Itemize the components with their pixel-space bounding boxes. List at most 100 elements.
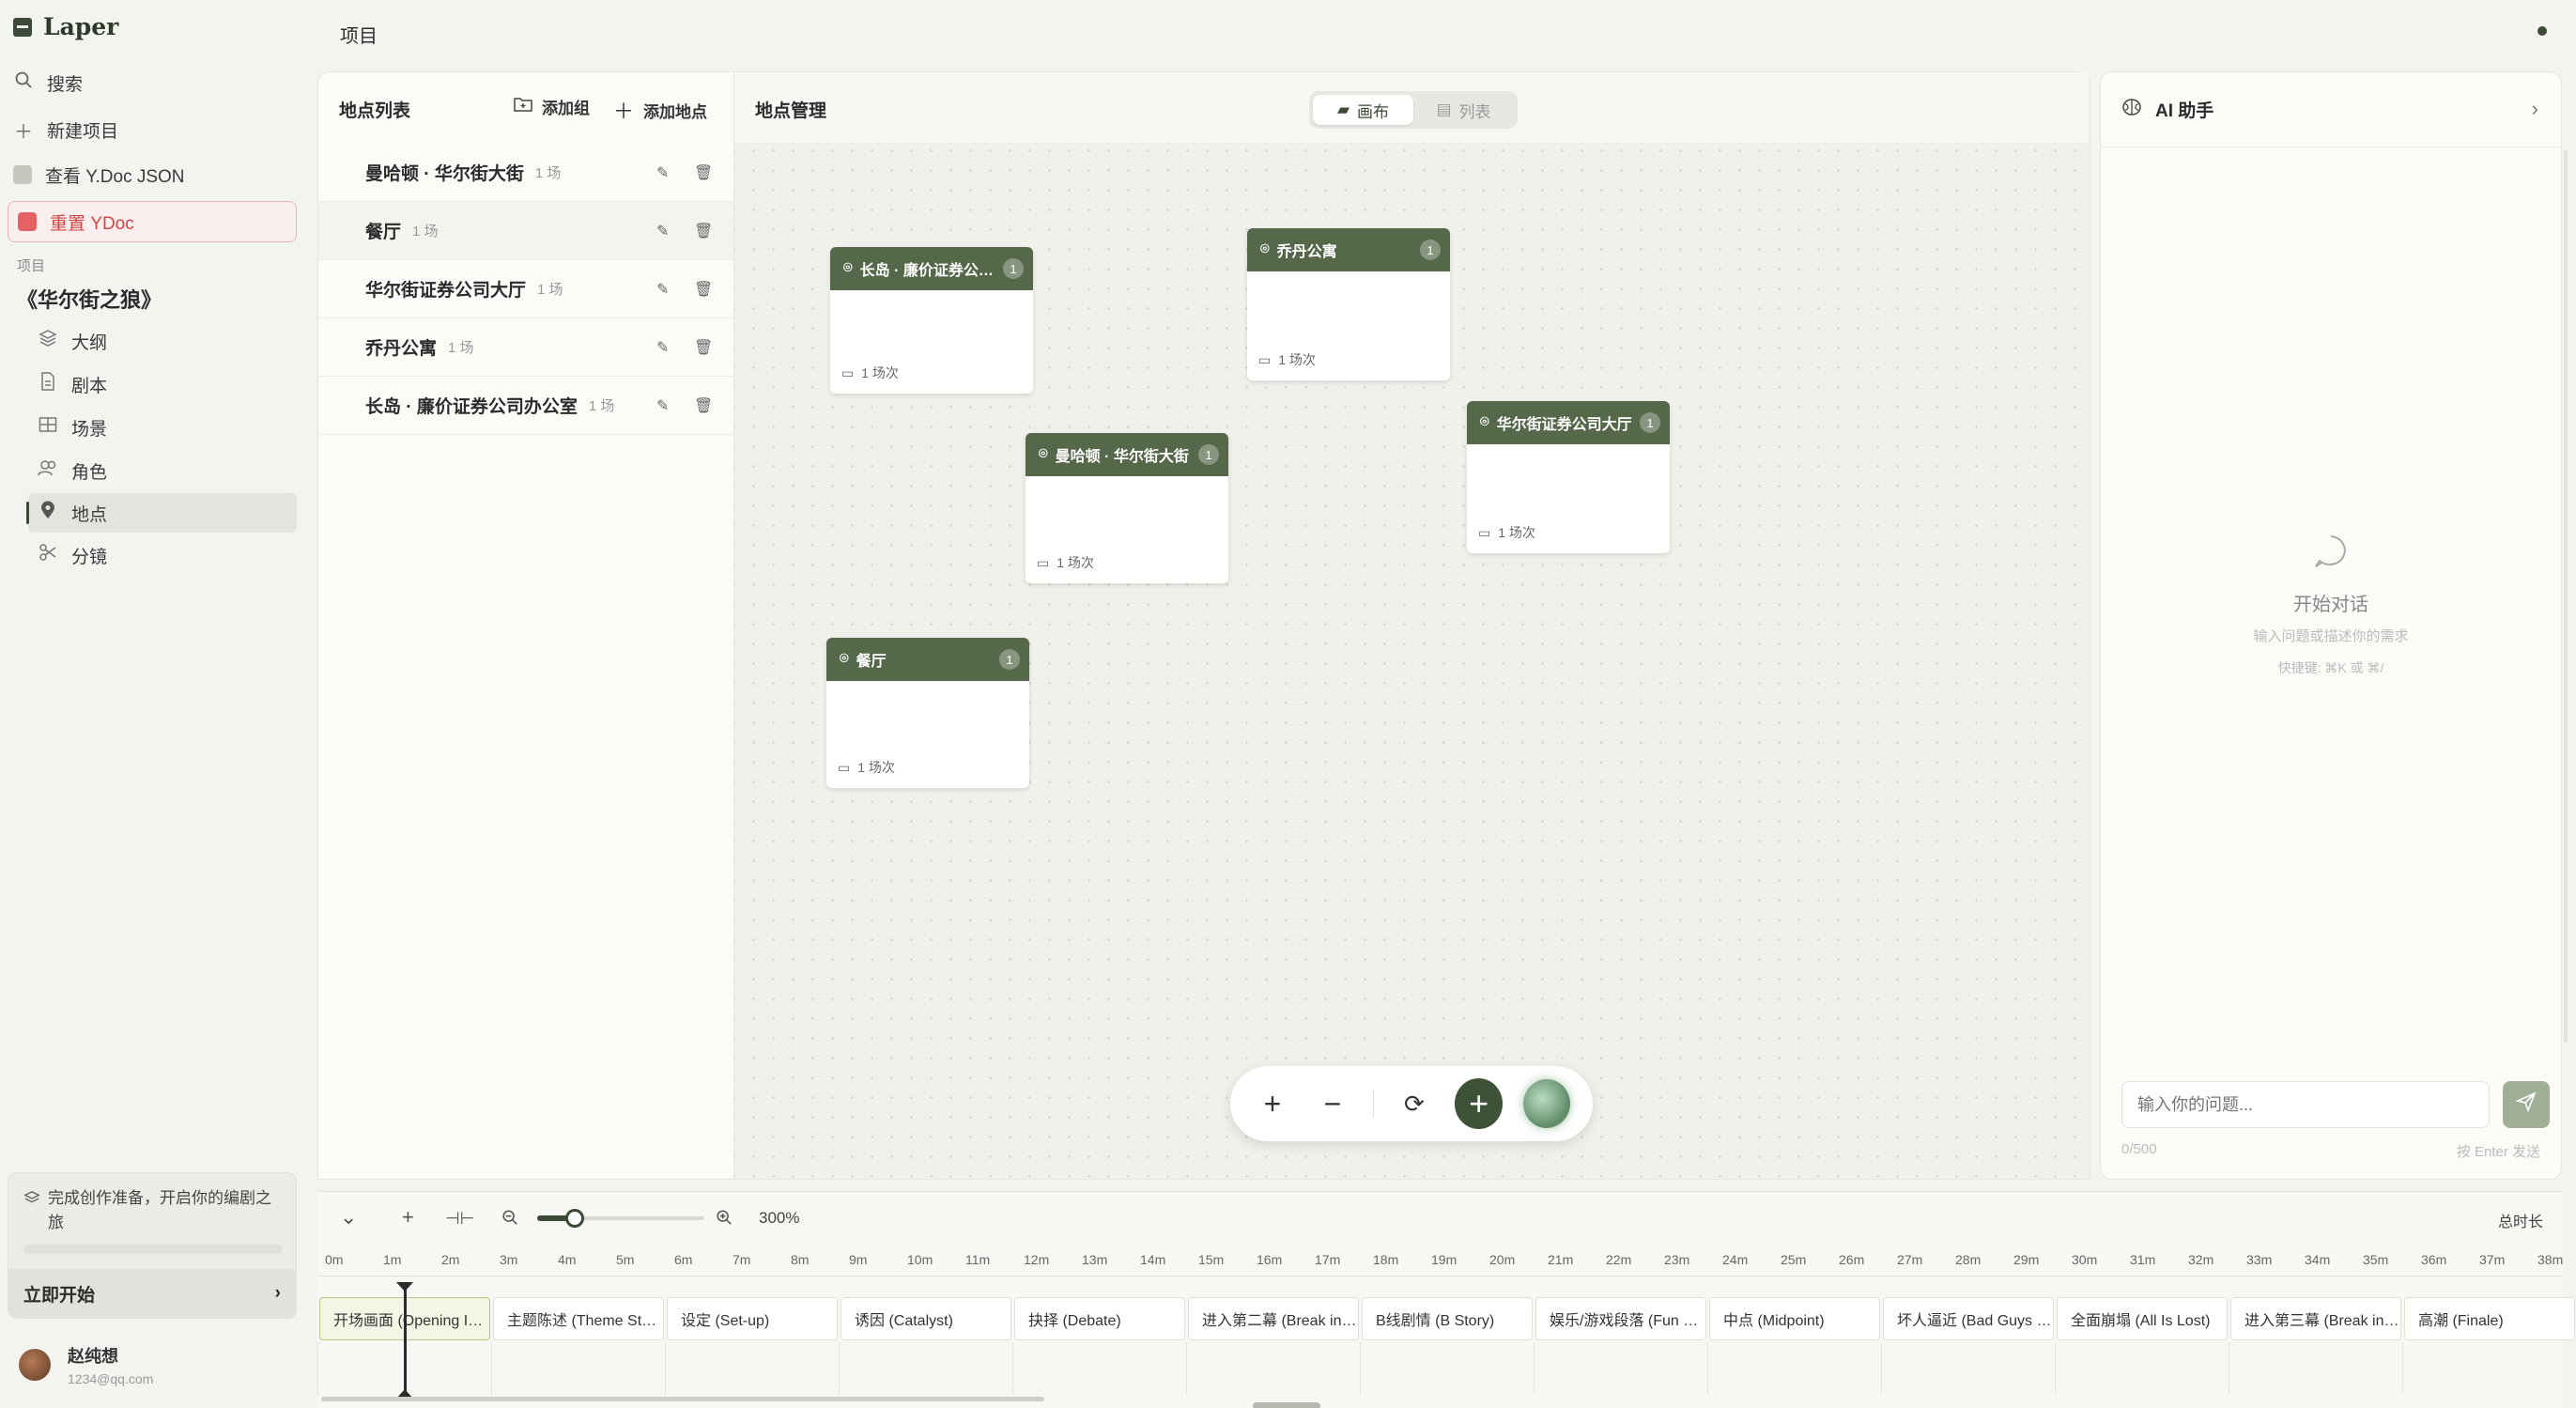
zoom-in-button[interactable]: + (1253, 1083, 1292, 1124)
zoom-slider-handle[interactable] (565, 1209, 584, 1228)
add-track-button[interactable]: + (402, 1205, 414, 1230)
nav-item-storyboard[interactable]: 分镜 (28, 535, 297, 575)
app-logo[interactable]: Laper (13, 13, 118, 40)
beat-block[interactable]: 坏人逼近 (Bad Guys Close In) (1883, 1297, 2054, 1340)
pencil-icon[interactable]: ✎ (656, 396, 669, 415)
location-row[interactable]: 餐厅 1 场 ✎ 🗑 (318, 202, 733, 260)
node-scene-label: 1 场次 (861, 365, 899, 380)
nav-item-script[interactable]: 剧本 (28, 364, 297, 404)
pencil-icon[interactable]: ✎ (656, 163, 669, 182)
ai-char-counter: 0/500 (2121, 1141, 2157, 1157)
nav-item-characters[interactable]: 角色 (28, 451, 297, 490)
split-icon[interactable]: ⊣⊢ (445, 1209, 474, 1229)
node-badge: 1 (999, 649, 1020, 670)
nav-item-locations[interactable]: 地点 (28, 493, 297, 533)
timeline-scrollbar[interactable] (321, 1397, 1044, 1401)
add-node-button[interactable]: + (1454, 1078, 1504, 1129)
add-location-button[interactable]: ＋ 添加地点 (613, 95, 707, 125)
beat-block[interactable]: 中点 (Midpoint) (1709, 1297, 1880, 1340)
location-node[interactable]: ⌾ 华尔街证券公司大厅 1 ▭ 1 场次 (1467, 401, 1670, 553)
reset-ydoc-button[interactable]: 重置 YDoc (8, 201, 297, 242)
user-profile[interactable]: 赵纯想 1234@qq.com (19, 1343, 153, 1386)
start-now-label: 立即开始 (23, 1285, 96, 1306)
location-row[interactable]: 曼哈顿 · 华尔街大街 1 场 ✎ 🗑 (318, 144, 733, 202)
add-group-label: 添加组 (542, 100, 590, 117)
node-header[interactable]: ⌾ 餐厅 1 (826, 638, 1029, 681)
resize-handle[interactable] (1253, 1402, 1320, 1408)
location-node[interactable]: ⌾ 餐厅 1 ▭ 1 场次 (826, 638, 1029, 788)
trash-icon[interactable]: 🗑 (694, 163, 713, 182)
ai-title: AI 助手 (2155, 101, 2214, 121)
trash-icon[interactable]: 🗑 (694, 222, 713, 240)
time-ruler[interactable]: 0m 1m 2m 3m 4m 5m 6m 7m 8m 9m 10m 11m 12m 13m 14m 15m 16… (317, 1248, 2563, 1276)
view-toggle-canvas[interactable]: ▰ 画布 (1313, 95, 1413, 125)
reset-view-button[interactable]: ⟳ (1395, 1083, 1434, 1124)
beat-block[interactable]: 设定 (Set-up) (667, 1297, 838, 1340)
location-row[interactable]: 乔丹公寓 1 场 ✎ 🗑 (318, 318, 733, 377)
trash-icon[interactable]: 🗑 (694, 396, 713, 415)
beat-block[interactable]: 诱因 (Catalyst) (841, 1297, 1011, 1340)
location-canvas[interactable]: 地点管理 ▰ 画布 ▤ 列表 ⌾ 长岛 · 廉价证券公司办公室 1 ▭ 1 场次 (734, 71, 2090, 1180)
time-tick: 29m (2013, 1252, 2040, 1267)
beat-label: B线剧情 (B Story) (1376, 1313, 1495, 1329)
location-node[interactable]: ⌾ 乔丹公寓 1 ▭ 1 场次 (1247, 228, 1450, 380)
beat-block[interactable]: 高潮 (Finale) (2404, 1297, 2575, 1340)
beat-block[interactable]: 进入第三幕 (Break into Three) (2230, 1297, 2401, 1340)
beat-label: 诱因 (Catalyst) (855, 1313, 953, 1329)
pencil-icon[interactable]: ✎ (656, 280, 669, 299)
node-header[interactable]: ⌾ 华尔街证券公司大厅 1 (1467, 401, 1670, 444)
zoom-in-icon[interactable] (716, 1209, 733, 1230)
location-node[interactable]: ⌾ 长岛 · 廉价证券公司办公室 1 ▭ 1 场次 (830, 247, 1033, 394)
search-button[interactable]: 搜索 (13, 64, 83, 101)
pencil-icon[interactable]: ✎ (656, 338, 669, 357)
location-row[interactable]: 华尔街证券公司大厅 1 场 ✎ 🗑 (318, 260, 733, 318)
view-toggle-list[interactable]: ▤ 列表 (1413, 95, 1514, 125)
beat-block[interactable]: 进入第二幕 (Break into Two) (1188, 1297, 1359, 1340)
add-group-button[interactable]: 添加组 (514, 95, 590, 118)
onboarding-progress (23, 1245, 283, 1254)
nav-item-scenes[interactable]: 场景 (28, 408, 297, 447)
node-scene-label: 1 场次 (1057, 555, 1094, 570)
ai-orb-button[interactable] (1523, 1079, 1570, 1128)
nav-label: 场景 (71, 419, 108, 440)
ai-scrollbar[interactable] (2564, 150, 2568, 1043)
ai-chat-input[interactable] (2121, 1081, 2490, 1128)
location-row[interactable]: 长岛 · 廉价证券公司办公室 1 场 ✎ 🗑 (318, 377, 733, 435)
view-ydoc-button[interactable]: 查看 Y.Doc JSON (13, 156, 185, 193)
beat-block[interactable]: 主题陈述 (Theme Stated) (493, 1297, 664, 1340)
pencil-icon[interactable]: ✎ (656, 222, 669, 240)
node-header[interactable]: ⌾ 乔丹公寓 1 (1247, 228, 1450, 271)
time-tick: 6m (674, 1252, 693, 1267)
send-button[interactable] (2503, 1081, 2550, 1128)
beat-block[interactable]: 全面崩塌 (All Is Lost) (2057, 1297, 2228, 1340)
time-tick: 24m (1722, 1252, 1749, 1267)
project-title[interactable]: 《华尔街之狼》 (17, 284, 162, 314)
zoom-out-icon[interactable] (501, 1209, 518, 1230)
new-project-button[interactable]: ＋ 新建项目 (13, 111, 118, 148)
document-icon (38, 372, 58, 396)
playhead[interactable] (404, 1286, 407, 1397)
trash-icon[interactable]: 🗑 (694, 280, 713, 299)
search-label: 搜索 (47, 74, 84, 95)
nav-label: 剧本 (71, 376, 108, 396)
start-now-button[interactable]: 立即开始 › (8, 1269, 296, 1318)
nav-label: 角色 (71, 462, 108, 483)
trash-icon[interactable]: 🗑 (694, 338, 713, 357)
beat-label: 进入第二幕 (Break into Two) (1202, 1313, 1358, 1329)
film-icon: ▭ (1258, 351, 1272, 367)
node-header[interactable]: ⌾ 曼哈顿 · 华尔街大街 1 (1026, 433, 1228, 476)
chevron-right-icon[interactable]: › (2532, 97, 2538, 121)
time-tick: 17m (1315, 1252, 1341, 1267)
add-location-label: 添加地点 (643, 102, 708, 121)
beat-block[interactable]: 娱乐/游戏段落 (Fun and Games) (1535, 1297, 1706, 1340)
time-tick: 9m (849, 1252, 868, 1267)
node-header[interactable]: ⌾ 长岛 · 廉价证券公司办公室 1 (830, 247, 1033, 290)
location-node[interactable]: ⌾ 曼哈顿 · 华尔街大街 1 ▭ 1 场次 (1026, 433, 1228, 583)
nav-item-outline[interactable]: 大纲 (28, 321, 297, 361)
chevron-down-icon[interactable]: ⌄ (340, 1205, 357, 1230)
plus-icon: ＋ (613, 100, 635, 123)
beat-block[interactable]: B线剧情 (B Story) (1362, 1297, 1533, 1340)
zoom-out-button[interactable]: − (1313, 1083, 1352, 1124)
beat-block[interactable]: 抉择 (Debate) (1014, 1297, 1185, 1340)
node-body: ▭ 1 场次 (826, 681, 1029, 788)
